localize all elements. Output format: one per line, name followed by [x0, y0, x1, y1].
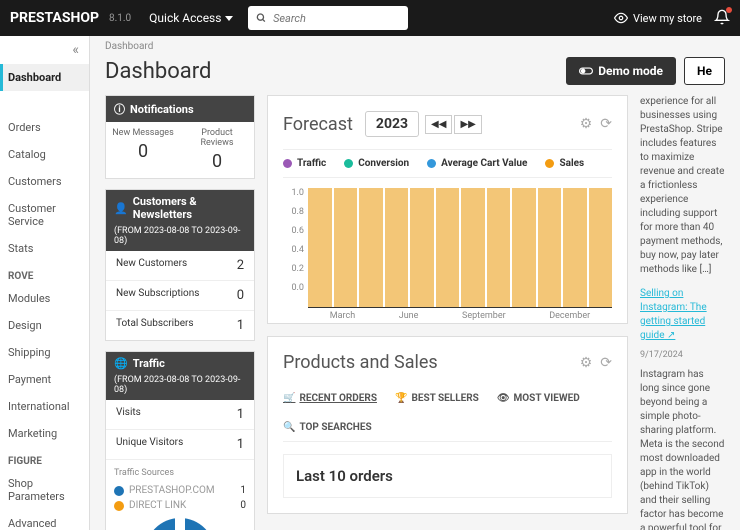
sidebar-item-dashboard[interactable]: Dashboard [0, 64, 89, 91]
sidebar-collapse[interactable]: « [0, 36, 89, 64]
list-item[interactable]: Total Subscribers1 [106, 311, 254, 340]
demo-mode-button[interactable]: Demo mode [566, 57, 676, 85]
refresh-icon[interactable]: ⟳ [600, 355, 612, 371]
list-item[interactable]: New Customers2 [106, 251, 254, 281]
news-column: experience for all businesses using Pres… [640, 95, 725, 530]
sidebar-header-configure: FIGURE [0, 447, 89, 470]
forecast-panel: Forecast 2023 ◀◀ ▶▶ ⚙ ⟳ Traffic Co [267, 95, 628, 324]
notification-dot [726, 7, 732, 13]
sidebar-item-customer-service[interactable]: Customer Service [0, 195, 89, 235]
search-box[interactable] [248, 6, 408, 30]
sidebar-header [0, 91, 89, 114]
news-excerpt: Instagram has long since gone beyond bei… [640, 368, 725, 530]
topbar: PRESTASHOP 8.1.0 Quick Access View my st… [0, 0, 740, 36]
sidebar-item-international[interactable]: International [0, 393, 89, 420]
toggle-icon [579, 64, 593, 78]
new-messages-stat[interactable]: New Messages 0 [106, 122, 180, 178]
user-icon: 👤 [114, 202, 128, 215]
next-year-button[interactable]: ▶▶ [454, 115, 481, 134]
traffic-panel: 🌐Traffic (FROM 2023-08-08 TO 2023-09-08)… [105, 351, 255, 530]
customers-panel: 👤Customers & Newsletters (FROM 2023-08-0… [105, 189, 255, 341]
traffic-source-row: DIRECT LINK0 [114, 498, 246, 513]
sidebar-item-customers[interactable]: Customers [0, 168, 89, 195]
forecast-year: 2023 [365, 111, 419, 137]
forecast-title: Forecast [283, 114, 353, 135]
news-date: 9/17/2024 [640, 349, 725, 362]
forecast-chart: 1.00.80.60.40.20.0 MarchJuneSeptemberDec… [283, 188, 612, 308]
tab-recent-orders[interactable]: 🛒RECENT ORDERS [283, 393, 377, 404]
brand-logo: PRESTASHOP [10, 10, 99, 26]
products-sales-title: Products and Sales [283, 352, 438, 373]
help-button[interactable]: He [684, 57, 725, 85]
trophy-icon: 🏆 [395, 393, 407, 404]
quick-access-menu[interactable]: Quick Access [149, 11, 233, 25]
chevron-down-icon [225, 16, 233, 21]
refresh-icon[interactable]: ⟳ [600, 116, 612, 132]
prev-year-button[interactable]: ◀◀ [425, 115, 452, 134]
news-excerpt: experience for all businesses using Pres… [640, 95, 725, 277]
list-item[interactable]: Visits1 [106, 400, 254, 430]
sidebar-item-marketing[interactable]: Marketing [0, 420, 89, 447]
search-icon: 🔍 [283, 422, 295, 433]
traffic-sources-label: Traffic Sources [114, 468, 246, 478]
traffic-source-row: PRESTASHOP.COM1 [114, 483, 246, 498]
version: 8.1.0 [109, 13, 131, 24]
tab-most-viewed[interactable]: 👁MOST VIEWED [497, 393, 580, 404]
news-link[interactable]: Selling on Instagram: The getting starte… [640, 287, 725, 343]
last-orders-panel: Last 10 orders [283, 454, 612, 498]
page-title: Dashboard [105, 59, 211, 84]
sidebar-item-payment[interactable]: Payment [0, 366, 89, 393]
eye-icon: 👁 [497, 393, 510, 404]
eye-icon [614, 11, 628, 25]
tab-best-sellers[interactable]: 🏆BEST SELLERS [395, 393, 479, 404]
list-item[interactable]: Unique Visitors1 [106, 430, 254, 460]
sidebar-item-shipping[interactable]: Shipping [0, 339, 89, 366]
products-sales-panel: Products and Sales ⚙ ⟳ 🛒RECENT ORDERS 🏆B… [267, 336, 628, 514]
sidebar-item-stats[interactable]: Stats [0, 235, 89, 262]
search-input[interactable] [273, 12, 400, 25]
sidebar-item-orders[interactable]: Orders [0, 114, 89, 141]
notifications-panel: ⓘNotifications New Messages 0 Product Re… [105, 95, 255, 179]
sidebar-item-catalog[interactable]: Catalog [0, 141, 89, 168]
sidebar-item-shop-parameters[interactable]: Shop Parameters [0, 470, 89, 510]
search-icon [256, 12, 267, 24]
info-icon: ⓘ [114, 101, 125, 117]
chart-legend: Traffic Conversion Average Cart Value Sa… [283, 149, 612, 178]
product-reviews-stat[interactable]: Product Reviews 0 [180, 122, 254, 178]
notifications-bell[interactable] [714, 9, 730, 28]
sidebar-item-advanced-parameters[interactable]: Advanced Parameters [0, 510, 89, 530]
list-item[interactable]: New Subscriptions0 [106, 281, 254, 311]
gear-icon[interactable]: ⚙ [580, 355, 593, 371]
traffic-donut-chart [145, 518, 215, 530]
tab-top-searches[interactable]: 🔍TOP SEARCHES [283, 422, 372, 433]
gear-icon[interactable]: ⚙ [580, 116, 593, 132]
sidebar: « Dashboard Orders Catalog Customers Cus… [0, 36, 90, 530]
breadcrumb: Dashboard [90, 36, 740, 57]
sidebar-header-improve: ROVE [0, 262, 89, 285]
sidebar-item-modules[interactable]: Modules [0, 285, 89, 312]
sidebar-item-design[interactable]: Design [0, 312, 89, 339]
globe-icon: 🌐 [114, 357, 128, 370]
cart-icon: 🛒 [283, 393, 295, 404]
main: Dashboard Dashboard Demo mode He ⓘNotifi… [90, 36, 740, 530]
view-store-link[interactable]: View my store [614, 11, 702, 25]
